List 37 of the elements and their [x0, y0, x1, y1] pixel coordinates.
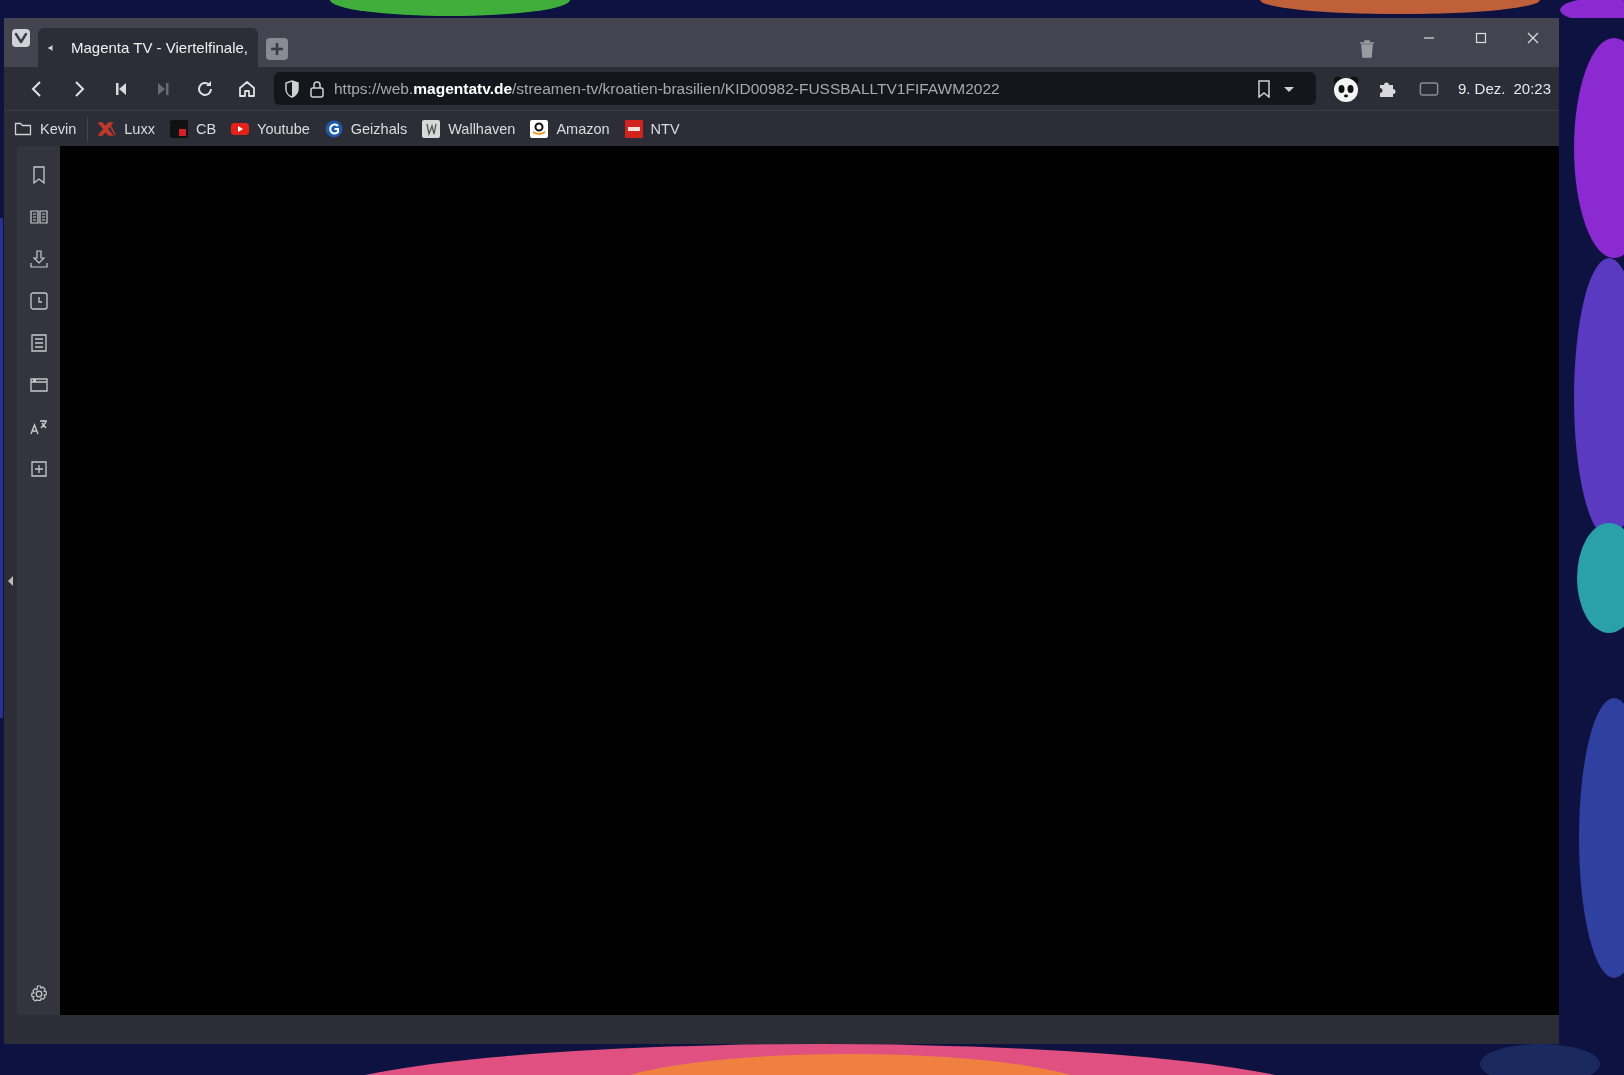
- lock-icon[interactable]: [309, 79, 325, 98]
- book-icon[interactable]: [28, 207, 49, 227]
- new-tab-button[interactable]: [266, 38, 288, 60]
- bookmark-item[interactable]: Geizhals: [324, 119, 408, 138]
- bookmark-item[interactable]: Amazon: [530, 119, 610, 138]
- close-icon[interactable]: [1527, 32, 1539, 44]
- smile-logo-icon: [530, 119, 549, 138]
- clock-time: 20:23: [1513, 80, 1551, 97]
- bookmark-item[interactable]: Kevin: [14, 119, 77, 138]
- download-icon[interactable]: [28, 249, 49, 269]
- maximize-icon[interactable]: [1475, 32, 1487, 44]
- trash-icon[interactable]: [1359, 40, 1375, 58]
- notes-icon[interactable]: [28, 333, 49, 353]
- bookmark-icon[interactable]: [1255, 79, 1272, 98]
- bookmark-item[interactable]: CB: [169, 119, 217, 138]
- clock-icon[interactable]: [28, 291, 49, 311]
- clock-date: 9. Dez.: [1457, 80, 1506, 97]
- home-icon[interactable]: [237, 78, 257, 99]
- collapse-arrow-icon[interactable]: [8, 575, 14, 586]
- bookmark-item[interactable]: Wallhaven: [422, 119, 516, 138]
- browser-tab[interactable]: Magenta TV - Viertelfinale,: [38, 28, 258, 67]
- bookmark-item[interactable]: Luxx: [98, 119, 155, 138]
- window-icon[interactable]: [28, 375, 49, 395]
- bookmark-item[interactable]: Youtube: [231, 119, 310, 138]
- square-logo-icon: [169, 119, 188, 138]
- square-logo-icon: [422, 119, 441, 138]
- plus-icon[interactable]: [28, 459, 49, 479]
- address-field[interactable]: https://web.magentatv.de/streamen-tv/kroatien-brasilien/KID00982-FUSSBALLTV1FIFAWM2022: [274, 72, 1316, 105]
- cross-logo-icon: [98, 119, 117, 138]
- shield-icon[interactable]: [284, 79, 300, 98]
- translate-icon[interactable]: [28, 417, 49, 437]
- circle-logo-icon: [324, 119, 343, 138]
- settings-icon[interactable]: [28, 984, 49, 1004]
- browser-logo-icon[interactable]: [12, 29, 30, 47]
- bookmark-item[interactable]: NTV: [624, 119, 680, 138]
- panda-icon[interactable]: [1331, 74, 1360, 103]
- square-logo-icon: [624, 119, 643, 138]
